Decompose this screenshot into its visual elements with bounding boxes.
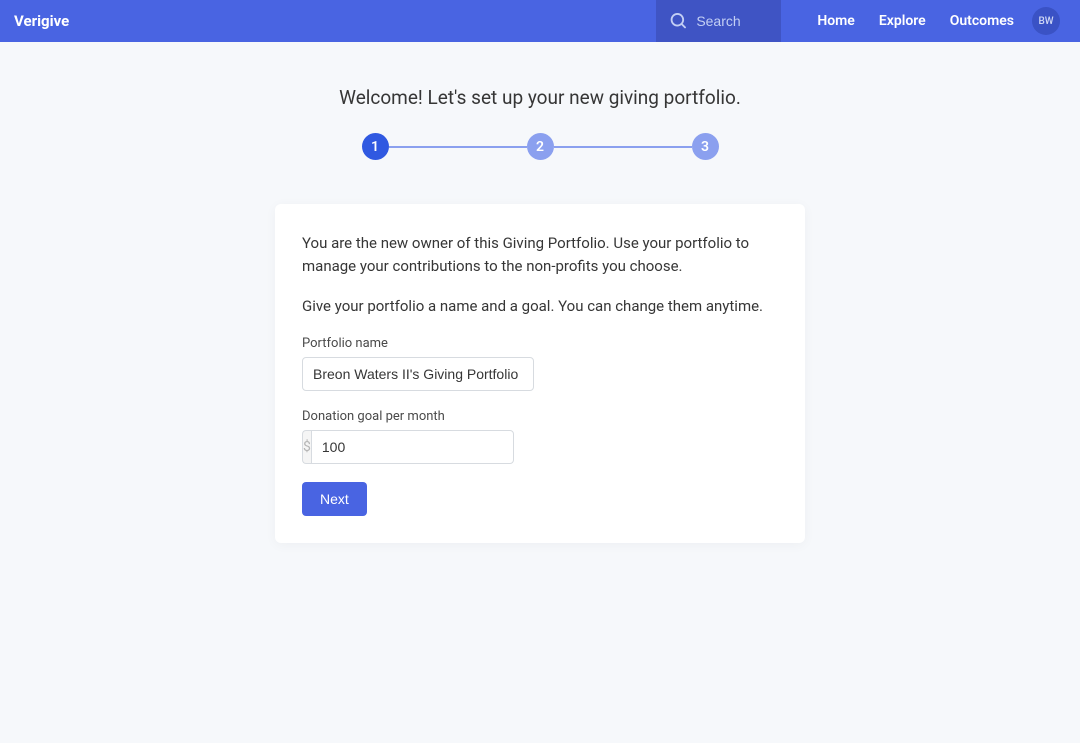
step-2-label: 2: [536, 139, 544, 155]
search-input[interactable]: [696, 13, 766, 29]
intro-text-2: Give your portfolio a name and a goal. Y…: [302, 295, 778, 318]
currency-prefix: $: [302, 430, 311, 464]
donation-goal-label: Donation goal per month: [302, 409, 778, 424]
setup-card: You are the new owner of this Giving Por…: [275, 204, 805, 543]
donation-goal-group: Donation goal per month $: [302, 409, 778, 464]
avatar-initials: BW: [1038, 16, 1053, 27]
donation-goal-input[interactable]: [311, 430, 514, 464]
portfolio-name-label: Portfolio name: [302, 336, 778, 351]
step-line-1-2: [389, 146, 527, 148]
portfolio-name-input[interactable]: [302, 357, 534, 391]
step-line-2-3: [554, 146, 692, 148]
avatar[interactable]: BW: [1032, 7, 1060, 35]
main-content: Welcome! Let's set up your new giving po…: [0, 42, 1080, 543]
brand-logo[interactable]: Verigive: [14, 12, 69, 30]
step-1-label: 1: [371, 139, 379, 155]
next-button[interactable]: Next: [302, 482, 367, 516]
donation-goal-input-group: $: [302, 430, 466, 464]
nav-links: Home Explore Outcomes BW: [781, 7, 1080, 35]
step-3: 3: [692, 133, 719, 160]
step-1: 1: [362, 133, 389, 160]
nav-home[interactable]: Home: [805, 13, 867, 29]
page-title: Welcome! Let's set up your new giving po…: [339, 86, 741, 109]
step-3-label: 3: [701, 139, 709, 155]
stepper: 1 2 3: [362, 133, 719, 160]
nav-explore[interactable]: Explore: [867, 13, 938, 29]
step-2: 2: [527, 133, 554, 160]
search-icon: [670, 13, 686, 29]
navbar: Verigive Home Explore Outcomes BW: [0, 0, 1080, 42]
intro-text-1: You are the new owner of this Giving Por…: [302, 232, 778, 277]
portfolio-name-group: Portfolio name: [302, 336, 778, 391]
search-box[interactable]: [656, 0, 781, 42]
nav-outcomes[interactable]: Outcomes: [938, 13, 1026, 29]
